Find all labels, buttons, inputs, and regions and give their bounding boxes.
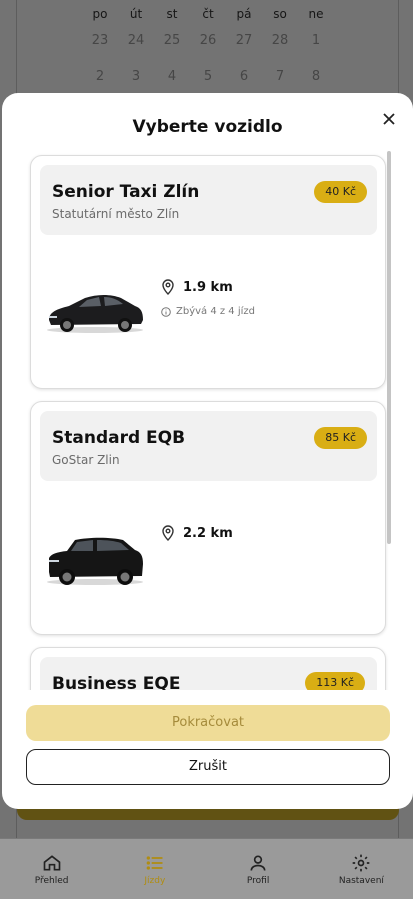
- home-icon: [43, 854, 60, 870]
- nav-label: Přehled: [34, 875, 69, 886]
- vehicle-company: Statutární město Zlín: [52, 207, 180, 221]
- cancel-button[interactable]: Zrušit: [26, 749, 390, 785]
- vehicle-name: Business EQE: [52, 674, 181, 690]
- vehicle-card-header: Standard EQB GoStar Zlin 85 Kč: [40, 411, 377, 481]
- vehicle-select-modal: Vyberte vozidlo Senior Taxi Zlín Statutá…: [2, 93, 413, 809]
- nav-label: Nastavení: [338, 875, 384, 886]
- price-badge: 85 Kč: [314, 427, 367, 449]
- vehicle-card-header: Senior Taxi Zlín Statutární město Zlín 4…: [40, 165, 377, 235]
- list-scrollbar[interactable]: [387, 151, 391, 544]
- nav-label: Profil: [246, 875, 270, 886]
- nav-item-prehled[interactable]: Přehled: [0, 839, 103, 899]
- vehicle-distance: 1.9 km: [183, 279, 233, 295]
- vehicle-card-header: Business EQE 113 Kč: [40, 657, 377, 690]
- vehicle-card[interactable]: Standard EQB GoStar Zlin 85 Kč 2.2 km: [30, 401, 386, 635]
- nav-item-profil[interactable]: Profil: [207, 839, 310, 899]
- nav-item-nastaveni[interactable]: Nastavení: [310, 839, 413, 899]
- user-icon: [250, 855, 266, 871]
- close-icon: [383, 113, 395, 125]
- distance-row: 1.9 km: [161, 279, 233, 295]
- vehicle-name: Senior Taxi Zlín: [52, 182, 200, 202]
- vehicle-distance: 2.2 km: [183, 525, 233, 541]
- continue-button[interactable]: Pokračovat: [26, 705, 390, 741]
- rides-remaining: Zbývá 4 z 4 jízd: [176, 306, 256, 317]
- vehicle-card[interactable]: Senior Taxi Zlín Statutární město Zlín 4…: [30, 155, 386, 389]
- location-pin-icon: [162, 279, 174, 295]
- distance-row: 2.2 km: [161, 525, 233, 541]
- car-image: [47, 537, 143, 585]
- car-image: [47, 295, 143, 333]
- bottom-navigation: Přehled Jízdy Profil Nastavení: [0, 838, 413, 899]
- price-badge: 113 Kč: [305, 672, 365, 690]
- vehicle-card[interactable]: Business EQE 113 Kč: [30, 647, 386, 690]
- list-icon: [146, 855, 163, 870]
- close-button[interactable]: [379, 109, 399, 129]
- nav-item-jizdy[interactable]: Jízdy: [103, 839, 206, 899]
- vehicle-list[interactable]: Senior Taxi Zlín Statutární město Zlín 4…: [2, 153, 413, 690]
- location-pin-icon: [162, 525, 174, 541]
- gear-icon: [353, 854, 370, 871]
- rides-remaining-row: Zbývá 4 z 4 jízd: [161, 306, 255, 317]
- nav-label: Jízdy: [144, 875, 166, 886]
- price-badge: 40 Kč: [314, 181, 367, 203]
- vehicle-company: GoStar Zlin: [52, 453, 120, 467]
- vehicle-name: Standard EQB: [52, 428, 186, 448]
- info-icon: [161, 306, 171, 317]
- modal-title: Vyberte vozidlo: [132, 117, 283, 137]
